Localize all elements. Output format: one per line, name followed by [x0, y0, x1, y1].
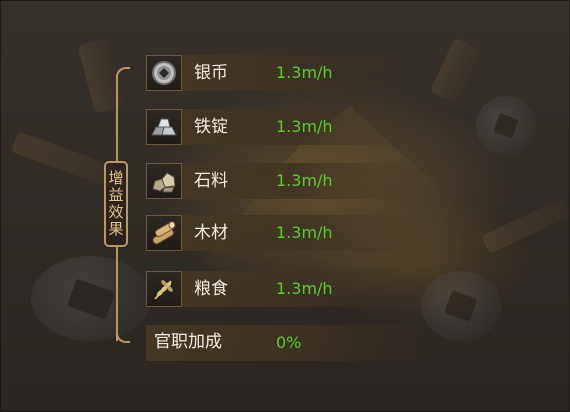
background-log — [480, 197, 570, 255]
wheat-icon — [146, 271, 182, 307]
background-coin — [421, 271, 501, 341]
resource-row-stone: 石料 1.3m/h — [146, 163, 416, 199]
bracket-top-curl — [116, 67, 130, 77]
resource-row-grain: 粮食 1.3m/h — [146, 271, 416, 307]
iron-ingot-icon — [146, 109, 182, 145]
resource-row-silver: 银币 1.3m/h — [146, 55, 416, 91]
resource-rate: 1.3m/h — [276, 117, 333, 136]
resource-row-iron: 铁锭 1.3m/h — [146, 109, 416, 145]
background-log — [429, 37, 483, 105]
background-coin — [31, 256, 151, 341]
resource-row-wood: 木材 1.3m/h — [146, 215, 416, 251]
bracket-line-top — [116, 75, 118, 163]
resource-rate: 1.3m/h — [276, 63, 333, 82]
silver-coin-icon — [146, 55, 182, 91]
resource-rate: 1.3m/h — [276, 171, 333, 190]
bonus-effect-label-text: 增益效果 — [106, 170, 125, 238]
bonus-effect-label: 增益效果 — [104, 161, 128, 247]
official-bonus-value: 0% — [276, 333, 302, 352]
official-bonus-label: 官职加成 — [154, 332, 222, 352]
resource-bonus-panel: 增益效果 银币 1.3m/h 铁锭 1.3m/h 石料 1.3m/h 木材 1.… — [0, 0, 570, 412]
resource-rate: 1.3m/h — [276, 223, 333, 242]
background-coin — [476, 96, 536, 156]
resource-name: 木材 — [194, 223, 228, 243]
resource-name: 银币 — [194, 63, 228, 83]
wood-log-icon — [146, 215, 182, 251]
resource-name: 石料 — [194, 171, 228, 191]
bracket-bottom-curl — [116, 333, 130, 343]
official-bonus-row: 官职加成 0% — [146, 325, 431, 361]
bracket-line-bottom — [116, 245, 118, 341]
stone-icon — [146, 163, 182, 199]
resource-name: 铁锭 — [194, 117, 228, 137]
resource-rate: 1.3m/h — [276, 279, 333, 298]
resource-name: 粮食 — [194, 279, 228, 299]
